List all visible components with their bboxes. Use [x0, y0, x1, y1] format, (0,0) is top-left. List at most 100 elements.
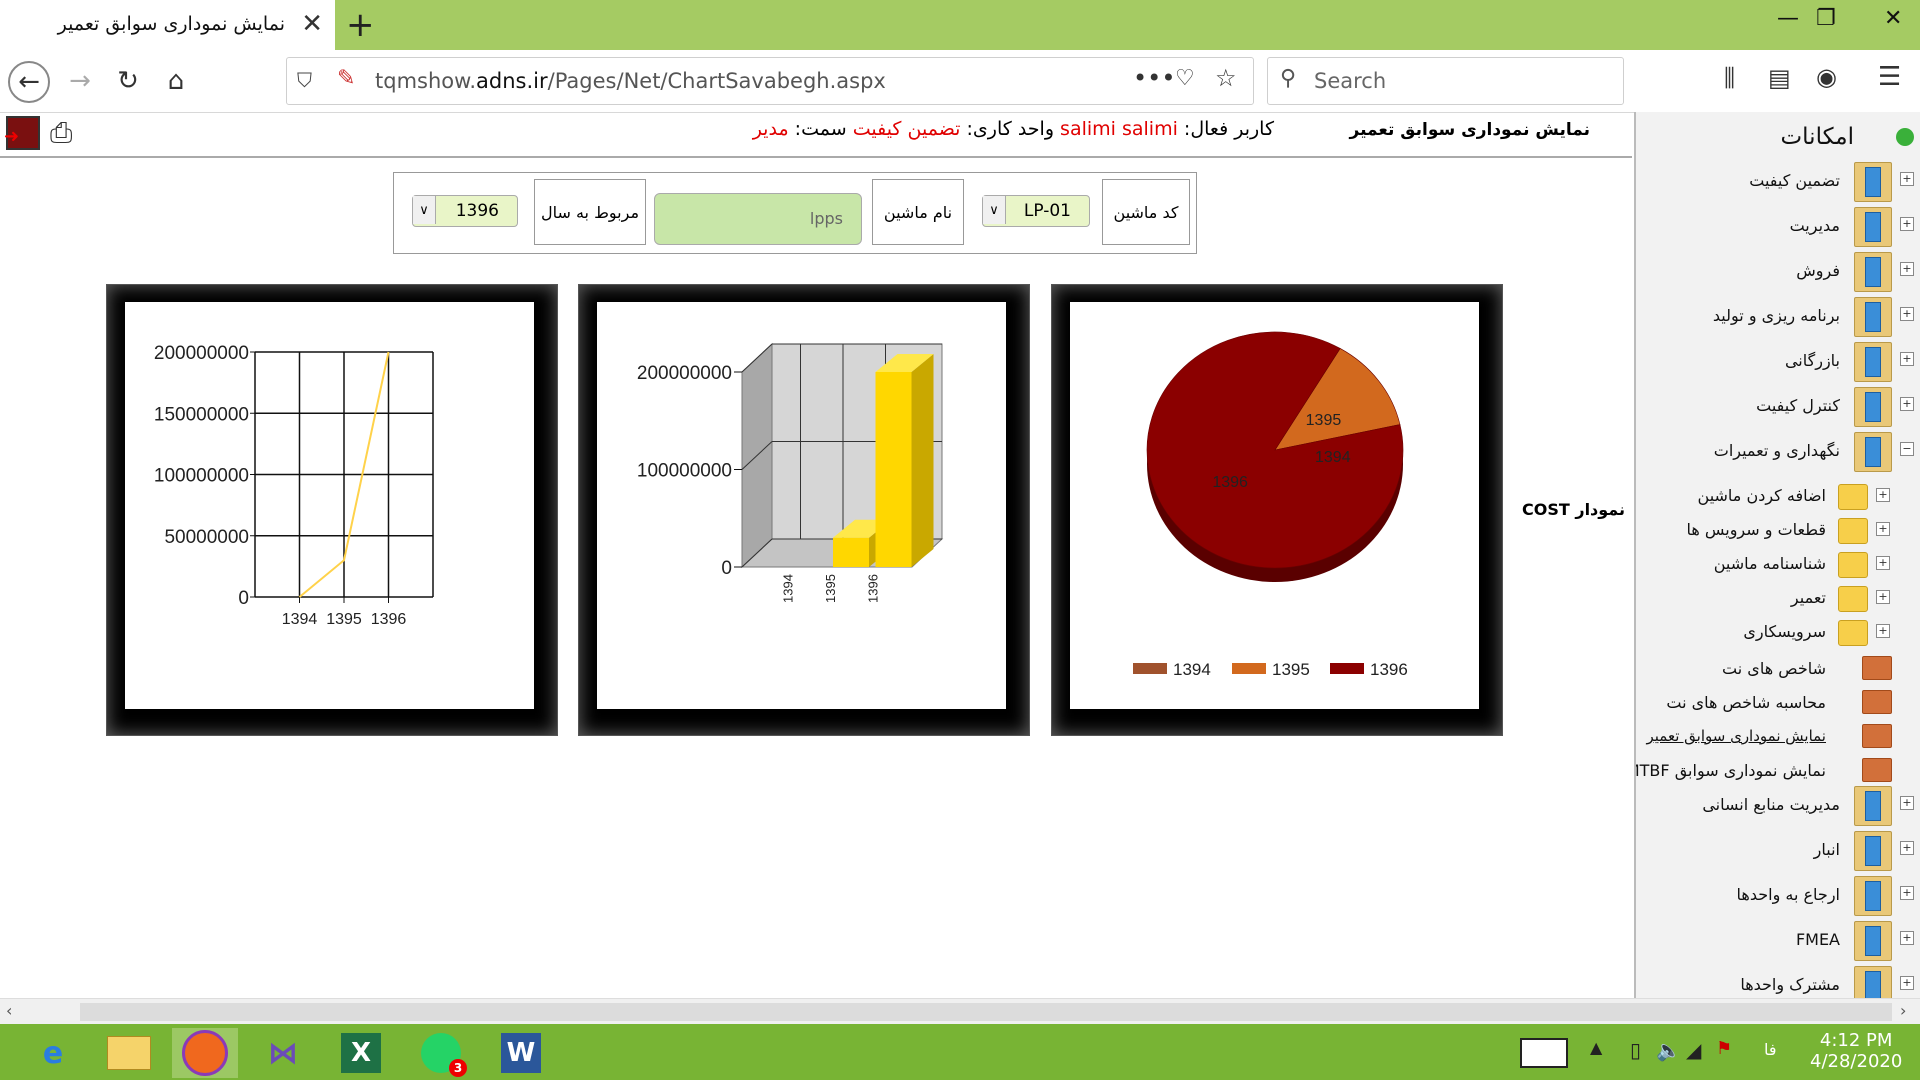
tray-up-icon[interactable]: ▲	[1590, 1038, 1602, 1057]
sidebar-toggle-icon[interactable]: ▤	[1768, 64, 1791, 92]
menu-icon[interactable]: ☰	[1878, 62, 1901, 92]
horizontal-scrollbar[interactable]: ‹ ›	[0, 998, 1920, 1025]
folder-icon	[1838, 620, 1868, 646]
expand-icon[interactable]: +	[1876, 488, 1890, 502]
insecure-lock-icon[interactable]: ✎	[337, 66, 355, 91]
battery-icon[interactable]: ▯	[1630, 1038, 1641, 1062]
new-tab-icon[interactable]: +	[346, 5, 375, 45]
expand-icon[interactable]: +	[1900, 217, 1914, 231]
pocket-icon[interactable]: ♡	[1175, 66, 1195, 91]
sidebar-item[interactable]: + کنترل کیفیت	[1636, 385, 1920, 427]
y-tick-label: 100000000	[154, 466, 249, 487]
expand-icon[interactable]: +	[1900, 172, 1914, 186]
sidebar-item[interactable]: + برنامه ریزی و تولید	[1636, 295, 1920, 337]
y-tick-label: 0	[238, 588, 249, 609]
sidebar-item[interactable]: + فروش	[1636, 250, 1920, 292]
machine-name-field[interactable]: lpps	[654, 193, 862, 245]
year-value: 1396	[455, 201, 499, 221]
user-label: کاربر فعال:	[1183, 118, 1274, 140]
sidebar-item[interactable]: + مدیریت منابع انسانی	[1636, 784, 1920, 826]
word-icon[interactable]: W	[488, 1028, 554, 1078]
sidebar-item[interactable]: + مدیریت	[1636, 205, 1920, 247]
expand-icon[interactable]: +	[1876, 556, 1890, 570]
sidebar-item[interactable]: + انبار	[1636, 829, 1920, 871]
logout-icon[interactable]: ➜	[4, 116, 40, 150]
y-tick-label: 100000000	[637, 461, 732, 482]
restore-icon[interactable]: ❐	[1816, 6, 1836, 31]
machine-code-select[interactable]: LP-01 ∨	[982, 195, 1090, 227]
browser-tab[interactable]: نمایش نموداری سوابق تعمیر ✕	[0, 0, 335, 50]
whatsapp-icon[interactable]: 3	[408, 1028, 474, 1078]
signal-icon[interactable]: ◢	[1686, 1038, 1701, 1062]
tab-close-icon[interactable]: ✕	[301, 9, 323, 39]
account-icon[interactable]: ◉	[1816, 63, 1837, 91]
collapse-icon[interactable]: −	[1900, 442, 1914, 456]
expand-icon[interactable]: +	[1876, 624, 1890, 638]
library-icon[interactable]: ⫼	[1724, 64, 1735, 92]
y-tick-label: 200000000	[154, 343, 249, 364]
bookmark-star-icon[interactable]: ☆	[1215, 64, 1237, 92]
firefox-icon[interactable]	[172, 1028, 238, 1078]
clock[interactable]: 4:12 PM 4/28/2020	[1810, 1030, 1902, 1072]
network-error-icon[interactable]: ⚑	[1716, 1038, 1732, 1059]
bar	[875, 372, 912, 567]
search-placeholder: Search	[1314, 69, 1387, 93]
scroll-right-icon[interactable]: ›	[1900, 1001, 1906, 1020]
minimize-icon[interactable]: —	[1777, 6, 1799, 31]
sidebar-item[interactable]: + ارجاع به واحدها	[1636, 874, 1920, 916]
expand-icon[interactable]: +	[1900, 262, 1914, 276]
page-icon	[1862, 690, 1892, 714]
expand-icon[interactable]: +	[1900, 886, 1914, 900]
page-actions-icon[interactable]: •••	[1133, 64, 1175, 92]
chevron-down-icon[interactable]: ∨	[413, 196, 436, 224]
forward-arrow-icon: →	[69, 66, 91, 96]
expand-icon[interactable]: +	[1876, 590, 1890, 604]
sidebar-item-label: ارجاع به واحدها	[1736, 885, 1840, 904]
expand-icon[interactable]: +	[1900, 397, 1914, 411]
y-tick-label: 0	[721, 558, 732, 579]
ie-icon[interactable]: e	[20, 1028, 86, 1078]
sidebar-item[interactable]: + سرویسکاری	[1636, 612, 1920, 652]
folder-icon	[1854, 252, 1892, 292]
excel-icon[interactable]: X	[328, 1028, 394, 1078]
folder-icon	[1854, 387, 1892, 427]
file-explorer-icon[interactable]	[96, 1028, 162, 1078]
volume-icon[interactable]: 🔈	[1656, 1038, 1681, 1062]
sidebar-item[interactable]: + بازرگانی	[1636, 340, 1920, 382]
scroll-left-icon[interactable]: ‹	[6, 1001, 12, 1020]
expand-icon[interactable]: +	[1900, 796, 1914, 810]
folder-icon	[1854, 831, 1892, 871]
sidebar-item-label: برنامه ریزی و تولید	[1712, 306, 1840, 325]
input-language[interactable]: فا	[1764, 1040, 1777, 1059]
sidebar-item-label: مدیریت منابع انسانی	[1702, 795, 1840, 814]
back-button[interactable]: ←	[8, 61, 50, 103]
print-icon[interactable]: ⎙	[50, 116, 72, 150]
sidebar-title: امکانات	[1780, 124, 1854, 150]
sidebar-item-label: تضمین کیفیت	[1749, 171, 1840, 190]
legend-swatch	[1330, 663, 1364, 674]
forward-button[interactable]: →	[60, 61, 100, 101]
search-bar[interactable]: ⚲ Search	[1267, 57, 1624, 105]
expand-icon[interactable]: +	[1900, 307, 1914, 321]
sidebar-item[interactable]: + تضمین کیفیت	[1636, 160, 1920, 202]
keyboard-icon[interactable]	[1520, 1038, 1568, 1068]
sidebar-item[interactable]: + مشترک واحدها	[1636, 964, 1920, 998]
folder-icon	[1854, 162, 1892, 202]
sidebar-item[interactable]: + FMEA	[1636, 919, 1920, 961]
chevron-down-icon[interactable]: ∨	[983, 196, 1006, 224]
year-select[interactable]: 1396 ∨	[412, 195, 518, 227]
visual-studio-icon[interactable]: ⋈	[250, 1028, 316, 1078]
expand-icon[interactable]: +	[1876, 522, 1890, 536]
expand-icon[interactable]: +	[1900, 352, 1914, 366]
address-bar[interactable]: ⛉ ✎ tqmshow.adns.ir/Pages/Net/ChartSavab…	[286, 57, 1254, 105]
expand-icon[interactable]: +	[1900, 931, 1914, 945]
scrollbar-thumb[interactable]	[80, 1003, 1892, 1021]
window-close-icon[interactable]: ✕	[1884, 6, 1902, 31]
shield-icon[interactable]: ⛉	[297, 68, 312, 92]
home-button[interactable]: ⌂	[156, 61, 196, 101]
expand-icon[interactable]: +	[1900, 841, 1914, 855]
sidebar-item[interactable]: − نگهداری و تعمیرات	[1636, 430, 1920, 472]
url-text[interactable]: tqmshow.adns.ir/Pages/Net/ChartSavabegh.…	[375, 69, 886, 93]
expand-icon[interactable]: +	[1900, 976, 1914, 990]
reload-button[interactable]: ↻	[108, 61, 148, 101]
